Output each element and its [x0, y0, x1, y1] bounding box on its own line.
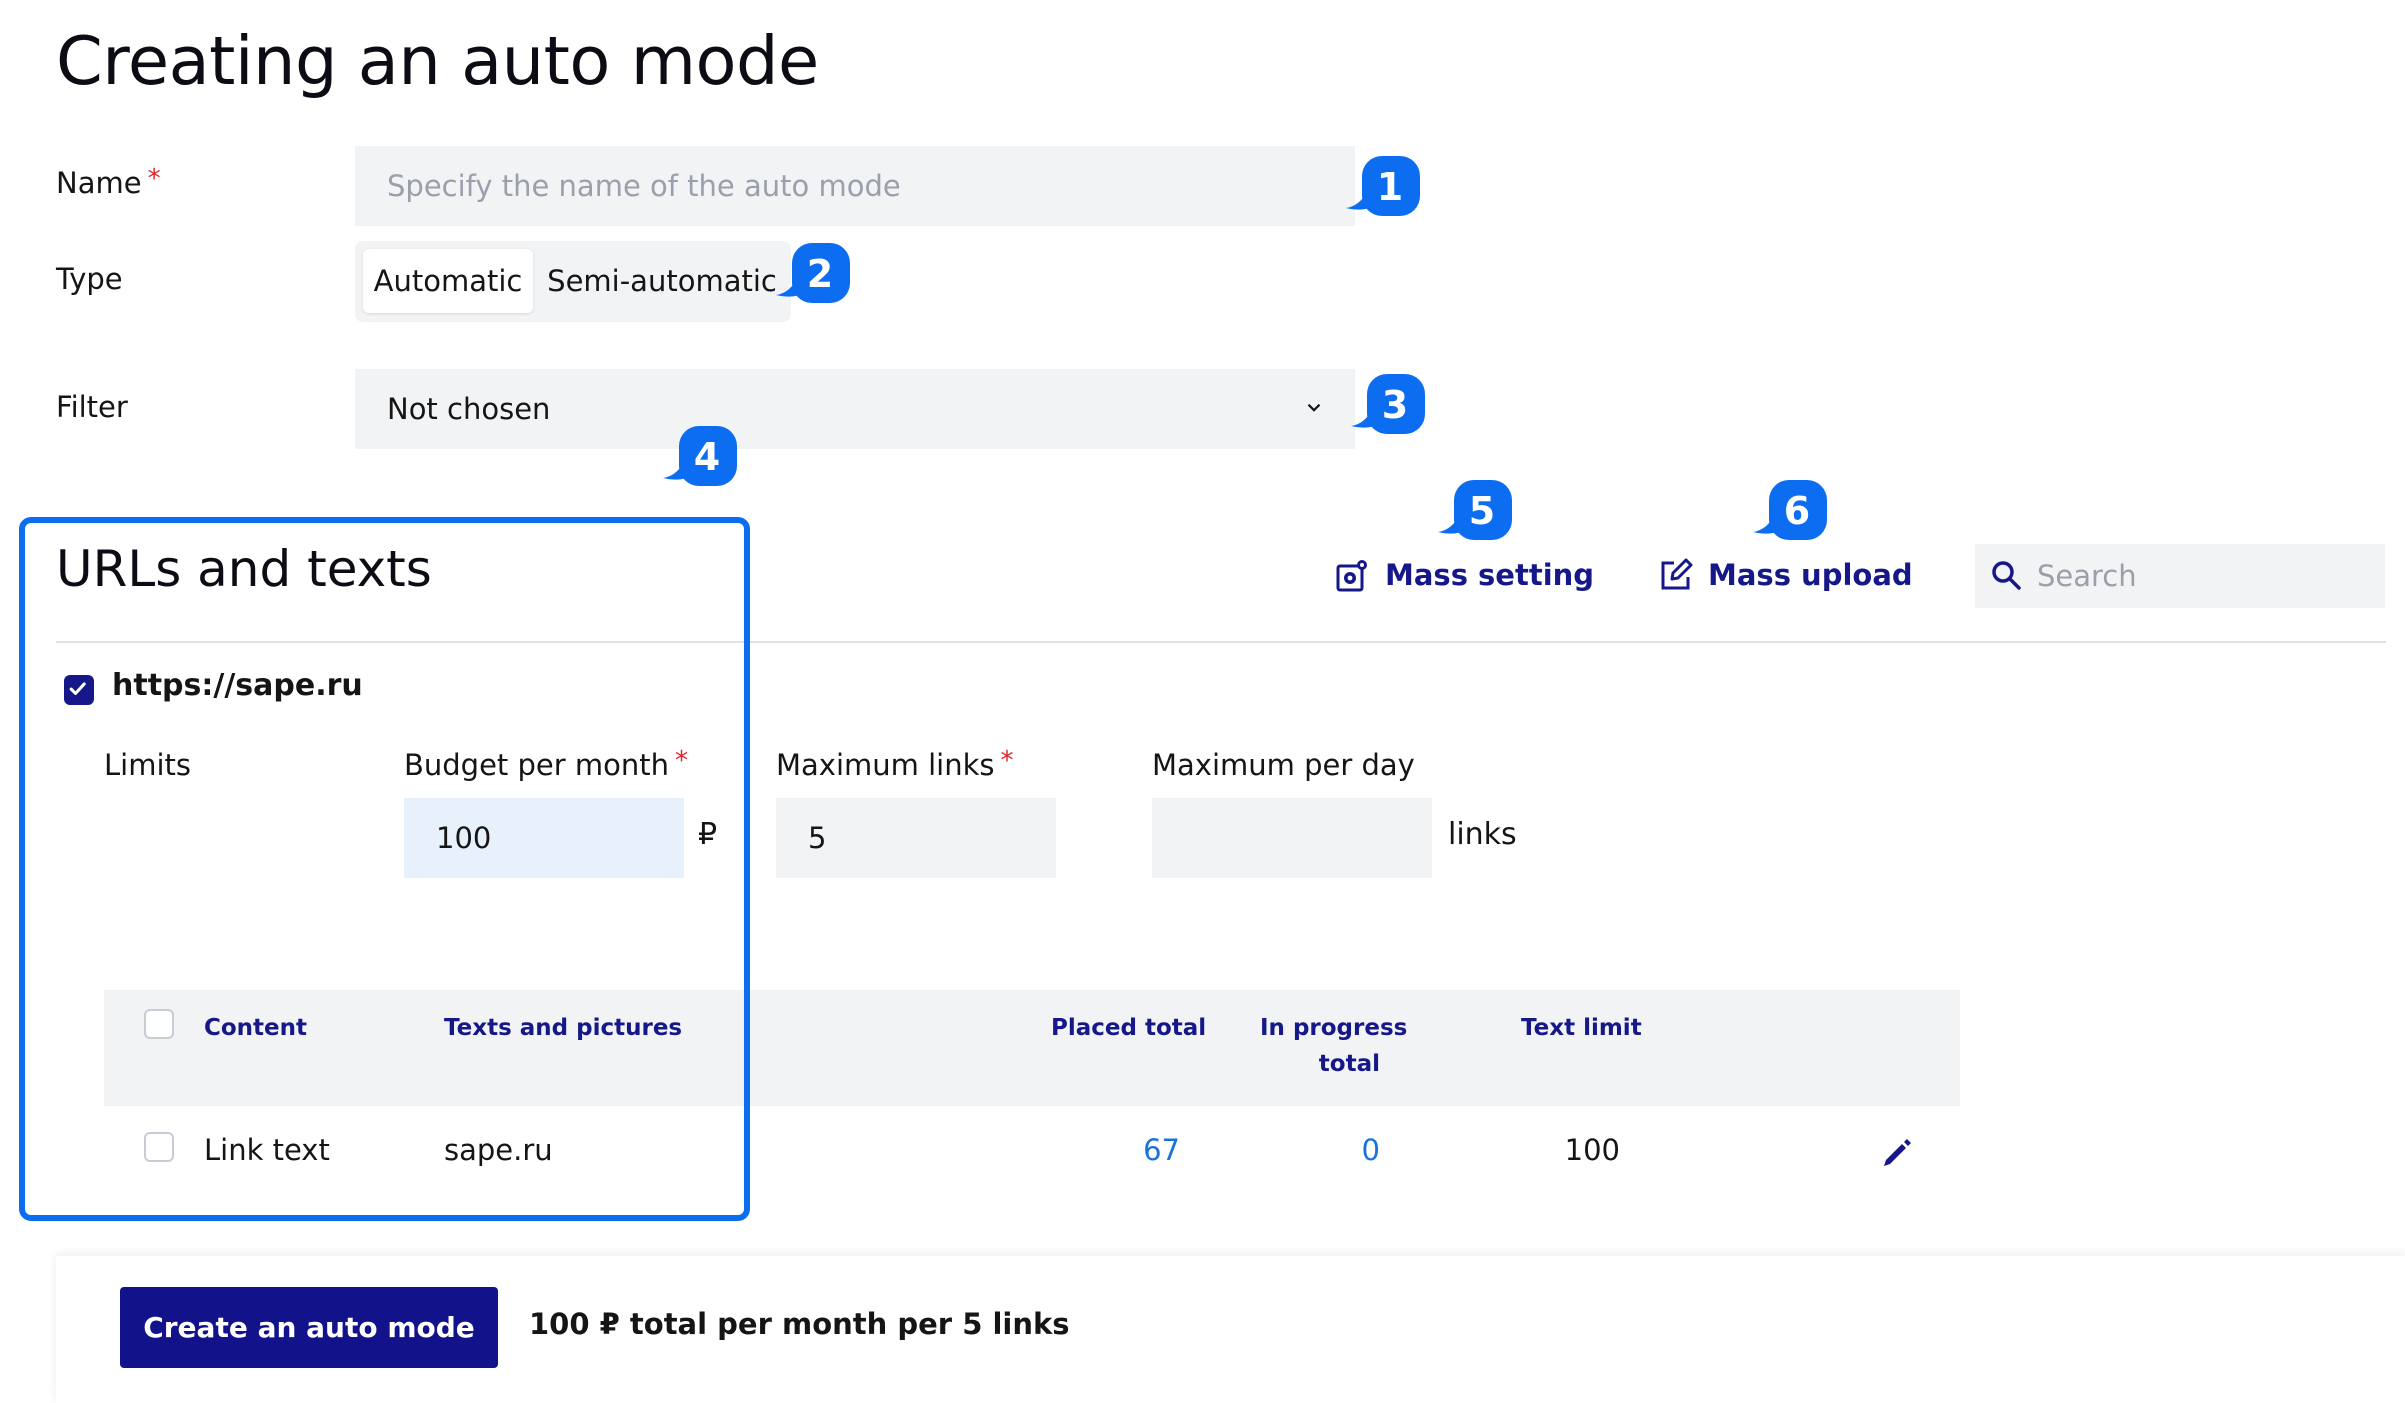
name-label: Name * [56, 164, 161, 200]
section-divider [56, 641, 2386, 643]
callout-number: 2 [806, 252, 834, 296]
mass-upload-button[interactable]: Mass upload [1658, 557, 1913, 593]
column-header-content[interactable]: Content [204, 1010, 307, 1046]
row-content: Link text [204, 1133, 330, 1167]
name-label-text: Name [56, 166, 142, 200]
chevron-down-icon [1307, 403, 1321, 412]
row-in-progress-total[interactable]: 0 [1300, 1133, 1380, 1167]
callout-number: 4 [693, 435, 721, 479]
callout-marker-3: 3 [1347, 368, 1429, 440]
max-links-input[interactable] [776, 798, 1056, 878]
callout-number: 1 [1376, 165, 1404, 209]
checkmark-icon [69, 682, 86, 695]
callout-number: 5 [1468, 489, 1496, 533]
name-input[interactable] [355, 146, 1355, 226]
mass-setting-button[interactable]: Mass setting [1335, 557, 1594, 593]
site-url: https://sape.ru [112, 668, 363, 703]
mass-setting-label: Mass setting [1385, 558, 1595, 592]
mass-upload-label: Mass upload [1708, 558, 1913, 592]
row-text-limit: 100 [1564, 1133, 1620, 1167]
row-texts: sape.ru [444, 1133, 553, 1167]
column-header-texts[interactable]: Texts and pictures [444, 1010, 682, 1046]
max-links-label: Maximum links * [776, 746, 1014, 782]
search-icon [1992, 561, 2021, 590]
required-mark: * [1000, 746, 1014, 776]
callout-marker-5: 5 [1434, 474, 1516, 546]
required-mark: * [147, 164, 161, 194]
search-input[interactable] [2037, 544, 2367, 608]
type-option-automatic[interactable]: Automatic [363, 249, 533, 313]
budget-label: Budget per month * [404, 746, 689, 782]
max-per-day-input[interactable] [1152, 798, 1432, 878]
callout-marker-6: 6 [1749, 474, 1831, 546]
callout-marker-1: 1 [1342, 150, 1424, 222]
summary-text: 100 ₽ total per month per 5 links [529, 1307, 1070, 1341]
column-header-placed[interactable]: Placed total [1051, 1010, 1206, 1046]
type-segmented-control: Automatic Semi-automatic [355, 241, 791, 322]
type-option-semi-automatic[interactable]: Semi-automatic [541, 249, 783, 313]
max-per-day-label: Maximum per day [1152, 748, 1415, 782]
row-checkbox[interactable] [144, 1132, 174, 1162]
filter-select[interactable]: Not chosen [355, 369, 1355, 449]
page-title: Creating an auto mode [56, 22, 819, 100]
pencil-icon[interactable] [1880, 1136, 1914, 1170]
create-auto-mode-button[interactable]: Create an auto mode [120, 1287, 498, 1368]
callout-marker-2: 2 [772, 237, 854, 309]
site-checkbox[interactable] [64, 675, 94, 705]
section-title: URLs and texts [56, 540, 432, 598]
budget-label-text: Budget per month [404, 748, 670, 782]
row-placed-total[interactable]: 67 [1100, 1133, 1180, 1167]
limits-label: Limits [104, 748, 191, 782]
callout-number: 6 [1783, 489, 1811, 533]
column-header-in-progress[interactable]: In progress total [1260, 1010, 1408, 1082]
currency-symbol: ₽ [698, 817, 718, 852]
filter-value: Not chosen [387, 392, 551, 426]
column-header-text-limit[interactable]: Text limit [1521, 1010, 1642, 1046]
gear-icon [1336, 560, 1367, 592]
search-box [1975, 544, 2385, 608]
in-progress-line-1: In progress [1260, 1015, 1408, 1041]
table-header [104, 990, 1960, 1106]
required-mark: * [675, 746, 689, 776]
in-progress-line-2: total [1318, 1051, 1380, 1077]
select-all-checkbox[interactable] [144, 1009, 174, 1039]
max-links-label-text: Maximum links [776, 748, 995, 782]
callout-marker-4: 4 [659, 420, 741, 492]
type-label: Type [56, 262, 123, 296]
callout-number: 3 [1381, 383, 1409, 427]
edit-icon [1661, 558, 1693, 590]
budget-input[interactable] [404, 798, 684, 878]
filter-label: Filter [56, 390, 128, 424]
links-unit: links [1448, 817, 1517, 852]
